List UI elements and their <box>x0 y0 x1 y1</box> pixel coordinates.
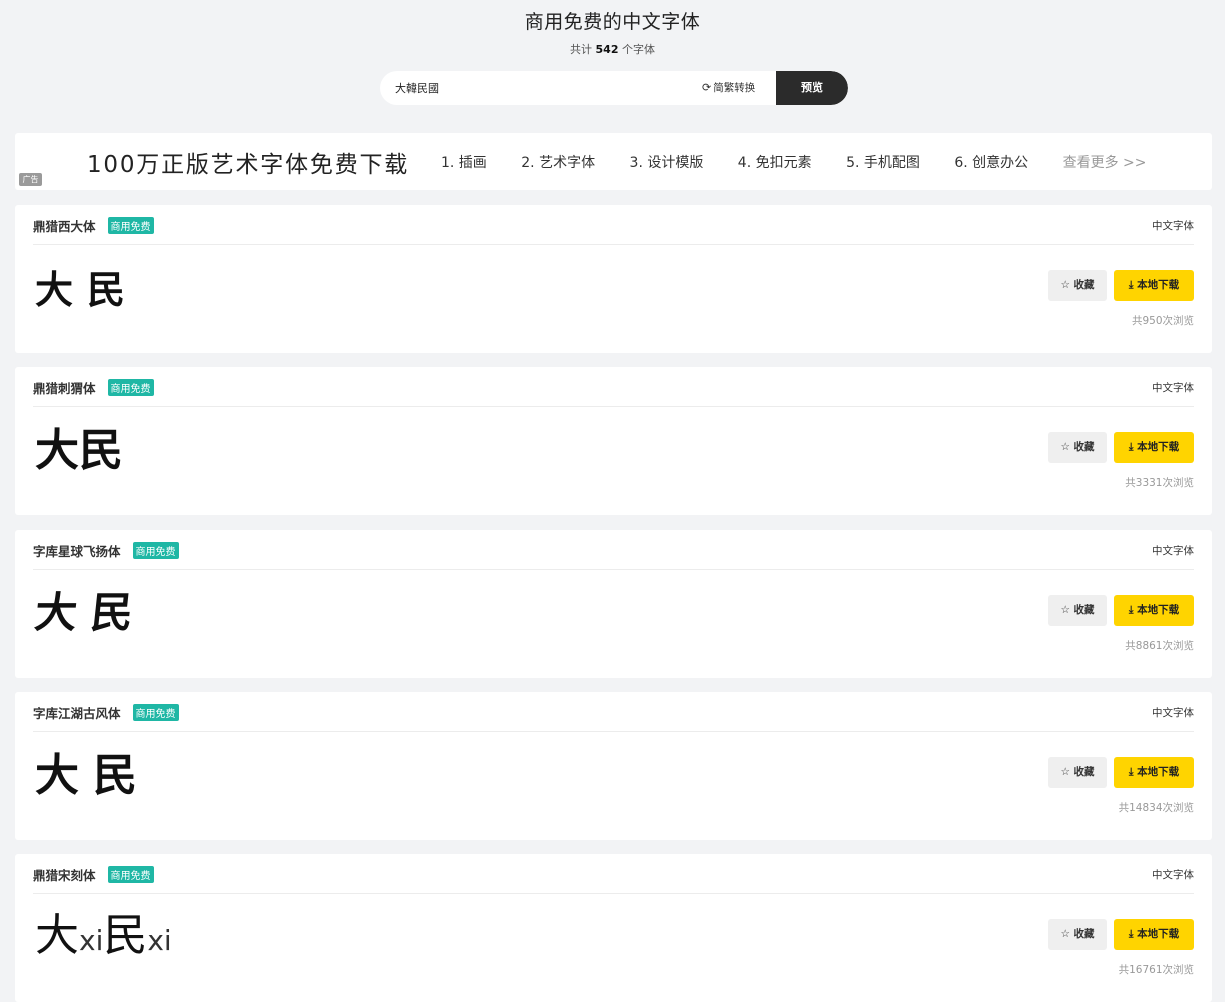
font-sample[interactable]: 大xi民xi <box>35 914 172 958</box>
commercial-free-badge: 商用免费 <box>107 379 154 396</box>
download-icon: ⤓ <box>1128 928 1134 940</box>
font-count-number: 542 <box>595 43 619 56</box>
font-category[interactable]: 中文字体 <box>1152 543 1194 558</box>
font-sample[interactable]: 大民 <box>32 588 149 637</box>
commercial-free-badge: 商用免费 <box>107 217 154 234</box>
font-sample[interactable]: 大民 <box>35 429 123 473</box>
card-divider <box>33 893 1194 894</box>
view-count: 共14834次浏览 <box>1118 802 1194 814</box>
card-divider <box>33 731 1194 732</box>
font-sample[interactable]: 大民 <box>35 754 151 798</box>
favorite-button[interactable]: ☆ 收藏 <box>1048 270 1107 301</box>
commercial-free-badge: 商用免费 <box>107 866 154 883</box>
ad-banner[interactable]: 100万正版艺术字体免费下载 1. 插画 2. 艺术字体 3. 设计模版 4. … <box>15 133 1212 190</box>
traditional-simplified-convert-button[interactable]: ⟳ 简繁转换 <box>702 71 755 105</box>
font-name[interactable]: 字库星球飞扬体 <box>33 544 121 559</box>
card-divider <box>33 406 1194 407</box>
font-card: 字库江湖古风体 商用免费 中文字体 大民 ☆ 收藏 ⤓ 本地下载 共14834次浏… <box>15 692 1212 840</box>
ad-slogan[interactable]: 100万正版艺术字体免费下载 <box>87 145 409 179</box>
view-count: 共3331次浏览 <box>1125 477 1194 489</box>
ad-link-art-fonts[interactable]: 2. 艺术字体 <box>521 152 595 172</box>
font-card: 字库星球飞扬体 商用免费 中文字体 大民 ☆ 收藏 ⤓ 本地下载 共8861次浏览 <box>15 530 1212 678</box>
preview-button[interactable]: 预览 <box>776 71 848 105</box>
star-icon: ☆ <box>1060 766 1070 778</box>
favorite-button[interactable]: ☆ 收藏 <box>1048 757 1107 788</box>
font-category[interactable]: 中文字体 <box>1152 380 1194 395</box>
download-icon: ⤓ <box>1128 279 1134 291</box>
page-title: 商用免费的中文字体 <box>524 11 701 33</box>
search-input[interactable] <box>380 71 690 105</box>
ad-link-illustration[interactable]: 1. 插画 <box>441 152 487 172</box>
download-button[interactable]: ⤓ 本地下载 <box>1114 270 1194 301</box>
view-count: 共16761次浏览 <box>1118 964 1194 976</box>
refresh-icon: ⟳ <box>702 81 712 94</box>
ad-badge: 广告 <box>19 173 42 186</box>
favorite-button[interactable]: ☆ 收藏 <box>1048 432 1107 463</box>
download-icon: ⤓ <box>1128 766 1134 778</box>
ad-link-office[interactable]: 6. 创意办公 <box>954 152 1028 172</box>
card-divider <box>33 244 1194 245</box>
download-icon: ⤓ <box>1128 604 1134 616</box>
ad-link-design-templates[interactable]: 3. 设计模版 <box>630 152 704 172</box>
commercial-free-badge: 商用免费 <box>132 542 179 559</box>
search-bar: ⟳简繁转换 预览 <box>380 71 848 105</box>
commercial-free-badge: 商用免费 <box>132 704 179 721</box>
star-icon: ☆ <box>1060 441 1070 453</box>
ad-link-more[interactable]: 查看更多 >> <box>1063 152 1147 172</box>
view-count: 共950次浏览 <box>1131 315 1194 327</box>
font-name[interactable]: 鼎猎西大体 <box>33 219 96 234</box>
font-category[interactable]: 中文字体 <box>1152 218 1194 233</box>
font-card: 鼎猎西大体 商用免费 中文字体 大民 ☆ 收藏 ⤓ 本地下载 共950次浏览 <box>15 205 1212 353</box>
font-name[interactable]: 字库江湖古风体 <box>33 706 121 721</box>
ad-link-phone-images[interactable]: 5. 手机配图 <box>846 152 920 172</box>
star-icon: ☆ <box>1060 928 1070 940</box>
download-button[interactable]: ⤓ 本地下载 <box>1114 432 1194 463</box>
font-card: 鼎猎刺猬体 商用免费 中文字体 大民 ☆ 收藏 ⤓ 本地下载 共3331次浏览 <box>15 367 1212 515</box>
font-count: 共计 542 个字体 <box>570 43 655 56</box>
favorite-button[interactable]: ☆ 收藏 <box>1048 919 1107 950</box>
star-icon: ☆ <box>1060 604 1070 616</box>
card-divider <box>33 569 1194 570</box>
ad-links: 1. 插画 2. 艺术字体 3. 设计模版 4. 免扣元素 5. 手机配图 6.… <box>441 152 1147 172</box>
font-card: 鼎猎宋刻体 商用免费 中文字体 大xi民xi ☆ 收藏 ⤓ 本地下载 共16761… <box>15 854 1212 1002</box>
view-count: 共8861次浏览 <box>1125 640 1194 652</box>
font-category[interactable]: 中文字体 <box>1152 705 1194 720</box>
download-icon: ⤓ <box>1128 441 1134 453</box>
download-button[interactable]: ⤓ 本地下载 <box>1114 757 1194 788</box>
star-icon: ☆ <box>1060 279 1070 291</box>
favorite-button[interactable]: ☆ 收藏 <box>1048 595 1107 626</box>
download-button[interactable]: ⤓ 本地下载 <box>1114 595 1194 626</box>
font-category[interactable]: 中文字体 <box>1152 867 1194 882</box>
font-sample[interactable]: 大民 <box>35 271 139 309</box>
font-name[interactable]: 鼎猎刺猬体 <box>33 381 96 396</box>
ad-link-cutout-elements[interactable]: 4. 免扣元素 <box>738 152 812 172</box>
font-name[interactable]: 鼎猎宋刻体 <box>33 868 96 883</box>
download-button[interactable]: ⤓ 本地下载 <box>1114 919 1194 950</box>
